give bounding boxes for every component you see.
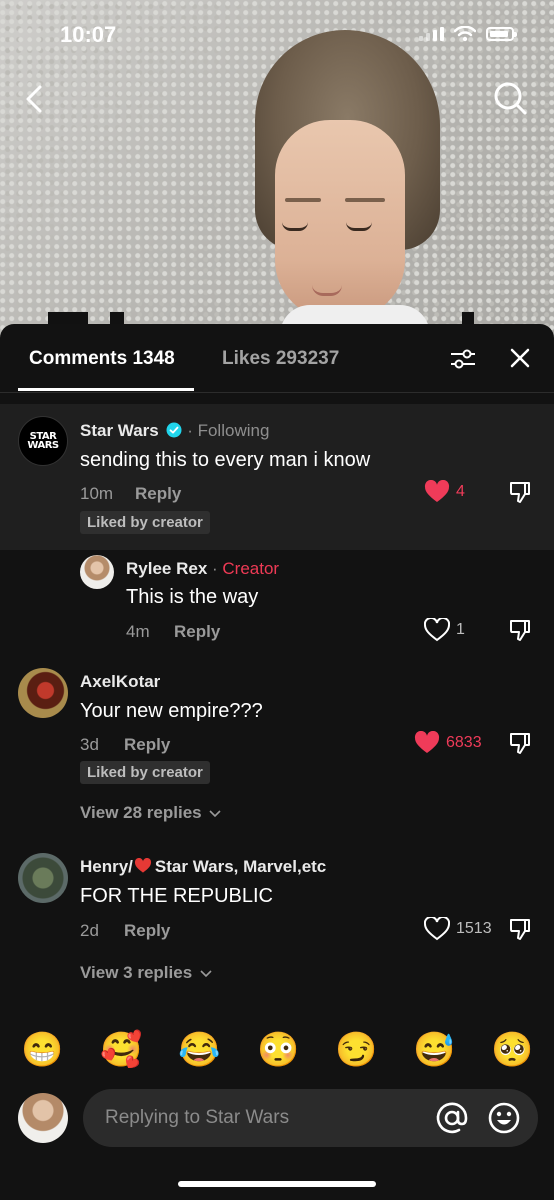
avatar-logo-text: STAR WARS: [27, 431, 59, 451]
reply-button[interactable]: Reply: [124, 735, 170, 755]
heart-outline-icon: [424, 917, 450, 941]
tab-comments[interactable]: Comments 1348: [29, 348, 175, 370]
mention-at-icon[interactable]: [435, 1101, 469, 1135]
reply-button[interactable]: Reply: [135, 484, 181, 504]
like-button[interactable]: 6833: [414, 731, 482, 755]
dislike-icon[interactable]: [508, 618, 532, 642]
like-count: 1: [456, 621, 465, 638]
emoji-smirk-button[interactable]: 😏: [335, 1030, 377, 1070]
comment-input[interactable]: Replying to Star Wars: [83, 1089, 538, 1147]
comment-time: 3d: [80, 735, 99, 754]
signal-icon: [419, 27, 444, 41]
reply-button[interactable]: Reply: [124, 921, 170, 941]
heart-outline-icon: [424, 618, 450, 642]
like-count: 1513: [456, 920, 492, 937]
heart-emoji-icon: [134, 857, 151, 873]
emoji-flushed-button[interactable]: 😳: [257, 1030, 299, 1070]
comment-time: 2d: [80, 921, 99, 940]
verified-badge-icon: [166, 422, 182, 438]
my-avatar: [18, 1093, 68, 1143]
comment-text: FOR THE REPUBLIC: [80, 885, 273, 907]
search-icon[interactable]: [492, 80, 528, 116]
home-indicator: [178, 1181, 376, 1187]
following-label: Following: [197, 421, 270, 440]
active-tab-indicator: [18, 388, 194, 391]
battery-icon: [486, 27, 517, 41]
filter-sliders-icon[interactable]: [450, 346, 476, 372]
close-icon[interactable]: [508, 346, 532, 370]
comment-time: 10m: [80, 484, 114, 503]
comment-time: 4m: [126, 622, 150, 641]
comment-username[interactable]: Rylee Rex · Creator: [126, 559, 279, 579]
heart-filled-icon: [424, 480, 450, 502]
view-replies-link[interactable]: View 3 replies: [80, 963, 212, 983]
liked-by-creator-badge: Liked by creator: [80, 511, 210, 534]
video-detail: [285, 198, 321, 202]
avatar[interactable]: [18, 853, 68, 903]
comment-input-placeholder: Replying to Star Wars: [105, 1107, 290, 1128]
status-icons: [419, 26, 517, 42]
chevron-down-icon: [209, 810, 221, 818]
avatar[interactable]: [18, 668, 68, 718]
like-button[interactable]: 1: [424, 618, 465, 642]
liked-by-creator-badge: Liked by creator: [80, 761, 210, 784]
comment-item[interactable]: Henry/Star Wars, Marvel,etc FOR THE REPU…: [0, 845, 554, 995]
video-background[interactable]: [0, 0, 554, 340]
comment-text: Your new empire???: [80, 700, 263, 722]
sheet-tabs: Comments 1348 Likes 293237: [0, 324, 554, 393]
back-chevron-icon[interactable]: [18, 82, 52, 116]
comment-text: sending this to every man i know: [80, 449, 371, 471]
video-detail: [345, 198, 385, 202]
avatar[interactable]: STAR WARS: [18, 416, 68, 466]
tab-likes[interactable]: Likes 293237: [222, 348, 339, 370]
comment-item[interactable]: AxelKotar Your new empire??? 3d Reply Li…: [0, 660, 554, 840]
comment-username[interactable]: AxelKotar: [80, 672, 160, 692]
reply-button[interactable]: Reply: [174, 622, 220, 642]
emoji-sweat-smile-button[interactable]: 😅: [413, 1030, 455, 1070]
video-person-image: [250, 20, 440, 340]
dislike-icon[interactable]: [508, 731, 532, 755]
comment-item[interactable]: STAR WARS Star Wars · Following sending …: [0, 404, 554, 550]
comment-text: This is the way: [126, 586, 259, 608]
reply-item[interactable]: Rylee Rex · Creator This is the way 4m R…: [0, 550, 554, 655]
like-button[interactable]: 4: [424, 480, 465, 504]
emoji-picker-icon[interactable]: [487, 1101, 521, 1135]
emoji-grin-button[interactable]: 😁: [21, 1030, 63, 1070]
comment-username[interactable]: Star Wars · Following: [80, 421, 269, 441]
emoji-pleading-button[interactable]: 🥺: [491, 1030, 533, 1070]
like-button[interactable]: 1513: [424, 917, 492, 941]
view-replies-link[interactable]: View 28 replies: [80, 803, 221, 823]
like-count: 4: [456, 483, 465, 500]
wifi-icon: [454, 26, 476, 42]
avatar[interactable]: [80, 555, 114, 589]
status-time: 10:07: [60, 22, 117, 47]
chevron-down-icon: [200, 970, 212, 978]
creator-label: Creator: [222, 559, 280, 578]
emoji-joy-button[interactable]: 😂: [178, 1030, 220, 1070]
comment-username[interactable]: Henry/Star Wars, Marvel,etc: [80, 857, 326, 877]
heart-filled-icon: [414, 731, 440, 753]
dislike-icon[interactable]: [508, 480, 532, 504]
emoji-hearts-button[interactable]: 🥰: [100, 1030, 142, 1070]
like-count: 6833: [446, 734, 482, 751]
dislike-icon[interactable]: [508, 917, 532, 941]
